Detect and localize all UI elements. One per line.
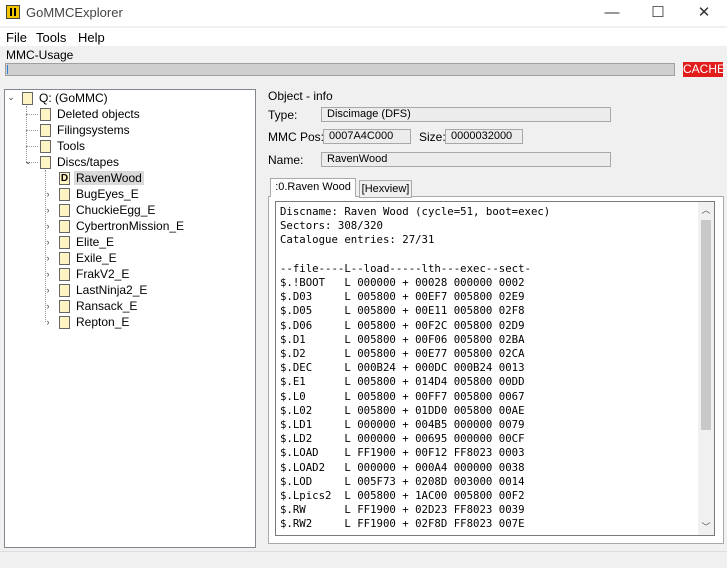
catalogue-line: $.LOAD L FF1900 + 00F12 FF8023 0003: [280, 446, 525, 460]
tree-item-label: FrakV2_E: [76, 267, 130, 281]
folder-icon: [40, 156, 51, 169]
folder-icon: [40, 124, 51, 137]
mmc-usage-fill: [7, 65, 8, 74]
menu-help[interactable]: Help: [78, 30, 105, 45]
minimize-button[interactable]: —: [589, 0, 635, 26]
disc-icon: [59, 268, 70, 281]
expand-arrow-icon[interactable]: ›: [43, 189, 53, 199]
catalogue-line: $.D05 L 005800 + 00E11 005800 02F8: [280, 304, 525, 318]
drive-icon: [22, 92, 33, 105]
type-label: Type:: [268, 108, 298, 122]
tree-item-label: LastNinja2_E: [76, 283, 148, 297]
scrollbar-thumb[interactable]: [701, 220, 711, 430]
tree-item-label: Deleted objects: [57, 107, 140, 121]
collapse-arrow-icon[interactable]: ⌄: [6, 92, 16, 103]
tree-item-label: Discs/tapes: [57, 155, 120, 169]
tree-item-label: Exile_E: [76, 251, 117, 265]
tree-item-label: ChuckieEgg_E: [76, 203, 156, 217]
size-label: Size:: [419, 130, 446, 144]
tree-item-label: CybertronMission_E: [76, 219, 185, 233]
mmc-usage-label: MMC-Usage: [6, 48, 74, 62]
disc-icon: [59, 236, 70, 249]
menu-bar: File Tools Help: [0, 28, 727, 46]
tree-view[interactable]: ⌄ Q: (GoMMC) Deleted objects Filingsyste…: [4, 89, 256, 548]
mmc-usage-bar: [5, 63, 675, 76]
scroll-up-icon[interactable]: ︿: [698, 202, 714, 218]
catalogue-line: $.LD2 L 000000 + 00695 000000 00CF: [280, 432, 525, 446]
tree-item-label: Elite_E: [76, 235, 115, 249]
expand-arrow-icon[interactable]: ›: [43, 285, 53, 295]
catalogue-line: $.DEC L 000B24 + 000DC 000B24 0013: [280, 361, 525, 375]
tree-item-label: Filingsystems: [57, 123, 130, 137]
tree-item-label: Ransack_E: [76, 299, 138, 313]
catalogue-line: $.RW L FF1900 + 02D23 FF8023 0039: [280, 503, 525, 517]
catalogue-line: $.L02 L 005800 + 01DD0 005800 00AE: [280, 403, 525, 417]
catalogue-line: $.Lpics2 L 005800 + 1AC00 005800 00F2: [280, 489, 525, 502]
disc-icon: D: [59, 172, 70, 185]
name-field[interactable]: RavenWood: [321, 152, 611, 167]
menu-tools[interactable]: Tools: [36, 30, 66, 45]
expand-arrow-icon[interactable]: ›: [43, 317, 53, 327]
catalogue-line: Sectors: 308/320: [280, 219, 383, 233]
tab-hexview[interactable]: [Hexview]: [359, 180, 412, 198]
catalogue-line: $.LOAD2 L 000000 + 000A4 000000 0038: [280, 460, 525, 474]
mmc-pos-field: 0007A4C000: [323, 129, 411, 144]
catalogue-line: $.D03 L 005800 + 00EF7 005800 02E9: [280, 290, 525, 304]
disc-icon: [59, 316, 70, 329]
close-button[interactable]: ✕: [681, 0, 727, 26]
catalogue-line: Catalogue entries: 27/31: [280, 233, 435, 247]
catalogue-line: $.D06 L 005800 + 00F2C 005800 02D9: [280, 318, 525, 332]
tree-item-label: Tools: [57, 139, 86, 153]
tab-catalogue[interactable]: :0.Raven Wood: [270, 178, 356, 197]
size-field: 0000032000: [445, 129, 523, 144]
cache-button[interactable]: CACHE: [683, 62, 725, 77]
catalogue-line: $.L0 L 005800 + 00FF7 005800 0067: [280, 389, 525, 403]
folder-icon: [40, 140, 51, 153]
collapse-arrow-icon[interactable]: ⌄: [23, 156, 33, 167]
catalogue-line: Discname: Raven Wood (cycle=51, boot=exe…: [280, 205, 551, 218]
disc-icon: [59, 300, 70, 313]
catalogue-line: $.RW2 L FF1900 + 02F8D FF8023 007E: [280, 517, 525, 531]
catalogue-line: $.LD1 L 000000 + 004B5 000000 0079: [280, 418, 525, 431]
tree-item-label: BugEyes_E: [76, 187, 139, 201]
expand-arrow-icon[interactable]: ›: [43, 221, 53, 231]
expand-arrow-icon[interactable]: ›: [43, 253, 53, 263]
app-icon: [6, 5, 20, 19]
expand-arrow-icon[interactable]: ›: [43, 269, 53, 279]
type-field: Discimage (DFS): [321, 107, 611, 122]
disc-icon: [59, 252, 70, 265]
catalogue-line: $.!BOOT L 000000 + 00028 000000 0002: [280, 276, 525, 289]
tree-item-label: RavenWood: [74, 171, 144, 185]
mmc-pos-label: MMC Pos:: [268, 130, 325, 144]
catalogue-line: $.LOD L 005F73 + 0208D 003000 0014: [280, 474, 525, 488]
object-info-heading: Object - info: [268, 89, 333, 103]
disc-icon: [59, 204, 70, 217]
disc-icon: [59, 284, 70, 297]
catalogue-line: $.D1 L 005800 + 00F06 005800 02BA: [280, 332, 525, 346]
tree-guide-line: [26, 146, 38, 147]
title-bar: GoMMCExplorer — ☐ ✕: [0, 0, 727, 26]
disc-icon: [59, 188, 70, 201]
expand-arrow-icon[interactable]: ›: [43, 205, 53, 215]
expand-arrow-icon[interactable]: ›: [43, 301, 53, 311]
catalogue-line: $.E1 L 005800 + 014D4 005800 00DD: [280, 375, 525, 389]
vertical-scrollbar[interactable]: ︿ ﹀: [698, 202, 714, 535]
status-bar: [0, 551, 727, 568]
scroll-down-icon[interactable]: ﹀: [698, 519, 714, 535]
maximize-button[interactable]: ☐: [635, 0, 681, 26]
tree-guide-line: [26, 130, 38, 131]
tree-item-label: Repton_E: [76, 315, 130, 329]
catalogue-line: --file----L--load-----lth---exec--sect-: [280, 261, 531, 275]
window-title: GoMMCExplorer: [26, 5, 123, 20]
catalogue-line: $.D2 L 005800 + 00E77 005800 02CA: [280, 347, 525, 360]
folder-icon: [40, 108, 51, 121]
name-label: Name:: [268, 153, 304, 167]
catalogue-text-area[interactable]: Discname: Raven Wood (cycle=51, boot=exe…: [275, 201, 715, 536]
tree-root-label: Q: (GoMMC): [39, 91, 108, 105]
tree-guide-line: [26, 114, 38, 115]
disc-icon: [59, 220, 70, 233]
menu-file[interactable]: File: [6, 30, 27, 45]
expand-arrow-icon[interactable]: ›: [43, 237, 53, 247]
